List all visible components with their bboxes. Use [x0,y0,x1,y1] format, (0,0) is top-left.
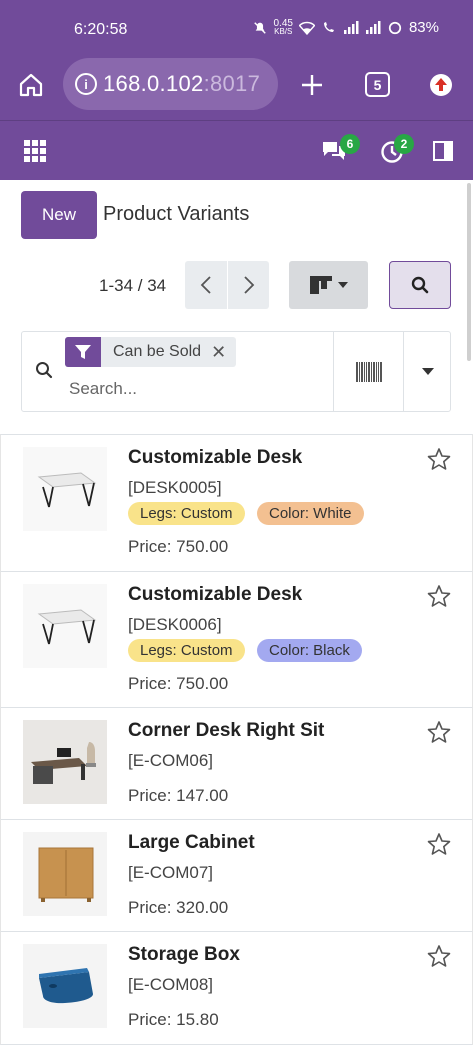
signal-icon-1 [343,20,359,34]
mute-icon [253,21,266,34]
new-tab-icon[interactable] [299,72,325,98]
url-host: 168.0.102 [103,71,204,96]
net-speed: 0.45 KB/S [274,18,293,36]
filter-facet: Can be Sold ✕ [65,337,237,367]
barcode-icon [355,361,382,382]
product-name: Large Cabinet [128,832,255,853]
product-image [23,447,107,531]
pager-value[interactable]: 1-34 / 34 [99,276,166,296]
battery-level: 83% [408,19,439,36]
corner-desk-image [23,720,107,804]
chevron-left-icon [200,276,211,294]
search-panel: Can be Sold ✕ [21,331,451,412]
product-name: Customizable Desk [128,584,303,605]
storage-box-image [23,944,107,1028]
tab-count: 5 [373,76,382,93]
search-options-toggle[interactable] [403,332,451,411]
favorite-star-icon[interactable] [427,447,451,471]
page-title: Product Variants [103,203,250,225]
wifi-icon [298,21,315,35]
url-bar[interactable]: i 168.0.102:8017 [63,58,278,110]
product-price: Price: 750.00 [128,537,229,556]
view-switcher-button[interactable] [289,261,368,309]
url-port: :8017 [203,71,261,96]
kanban-record[interactable]: Customizable Desk [DESK0006] Legs: Custo… [0,571,473,707]
new-button[interactable]: New [21,191,97,239]
scrollbar[interactable] [467,183,471,361]
kanban-record[interactable]: Customizable Desk [DESK0005] Legs: Custo… [0,434,473,571]
volte-icon [323,21,334,32]
favorite-star-icon[interactable] [427,944,451,968]
kanban-record[interactable]: Large Cabinet [E-COM07] Price: 320.00 [0,819,473,931]
desk-image [37,609,97,645]
favorite-star-icon[interactable] [427,720,451,744]
chevron-right-icon [243,276,254,294]
browser-toolbar: i 168.0.102:8017 5 [0,58,473,120]
status-icons: 0.45 KB/S 83% [252,18,439,36]
filter-facet-label: Can be Sold [113,343,202,360]
battery-icon [388,21,402,34]
home-icon[interactable] [18,72,44,98]
attribute-tag: Color: Black [257,639,362,662]
product-reference: [DESK0006] [128,615,222,634]
attribute-tag: Legs: Custom [128,639,245,662]
product-price: Price: 320.00 [128,898,229,917]
kanban-record-list: Customizable Desk [DESK0005] Legs: Custo… [0,434,473,1045]
product-reference: [E-COM07] [128,863,214,882]
signal-icon-2 [365,20,381,34]
product-price: Price: 15.80 [128,1010,219,1029]
cabinet-image [23,832,107,916]
caret-down-icon [421,368,434,375]
product-name: Storage Box [128,944,240,965]
product-name: Corner Desk Right Sit [128,720,325,741]
barcode-scan-button[interactable] [333,332,403,411]
product-reference: [E-COM06] [128,751,214,770]
desk-image [37,472,97,508]
filter-icon [65,337,101,367]
sidebar-toggle-icon[interactable] [433,141,453,161]
url-text[interactable]: 168.0.102:8017 [103,71,260,97]
product-name: Customizable Desk [128,447,303,468]
search-icon [36,362,53,379]
status-time: 6:20:58 [74,21,128,38]
net-speed-unit: KB/S [274,26,293,36]
attribute-tag: Legs: Custom [128,502,245,525]
remove-facet-icon[interactable]: ✕ [211,342,236,363]
product-price: Price: 750.00 [128,674,229,693]
apps-menu-icon[interactable] [24,140,46,162]
product-image [23,584,107,668]
kanban-view-icon [309,276,332,294]
product-reference: [E-COM08] [128,975,214,994]
search-icon [411,276,429,294]
search-input[interactable] [69,377,329,401]
caret-down-icon [337,282,348,288]
attribute-tag: Color: White [257,502,364,525]
update-icon[interactable] [428,72,454,98]
product-reference: [DESK0005] [128,478,222,497]
status-bar: 6:20:58 0.45 KB/S 83% [0,0,473,58]
app-navbar: 6 2 [0,120,473,180]
pager-next-button[interactable] [227,261,269,309]
kanban-record[interactable]: Corner Desk Right Sit [E-COM06] Price: 1… [0,707,473,819]
favorite-star-icon[interactable] [427,832,451,856]
activities-badge: 2 [394,134,414,154]
product-price: Price: 147.00 [128,786,229,805]
favorite-star-icon[interactable] [427,584,451,608]
search-toggle-button[interactable] [389,261,451,309]
kanban-record[interactable]: Storage Box [E-COM08] Price: 15.80 [0,931,473,1045]
messages-badge: 6 [340,134,360,154]
tab-switcher-button[interactable]: 5 [365,72,390,97]
site-info-icon[interactable]: i [75,73,97,95]
product-image [23,832,107,916]
product-image [23,944,107,1028]
product-image [23,720,107,804]
pager-previous-button[interactable] [185,261,227,309]
